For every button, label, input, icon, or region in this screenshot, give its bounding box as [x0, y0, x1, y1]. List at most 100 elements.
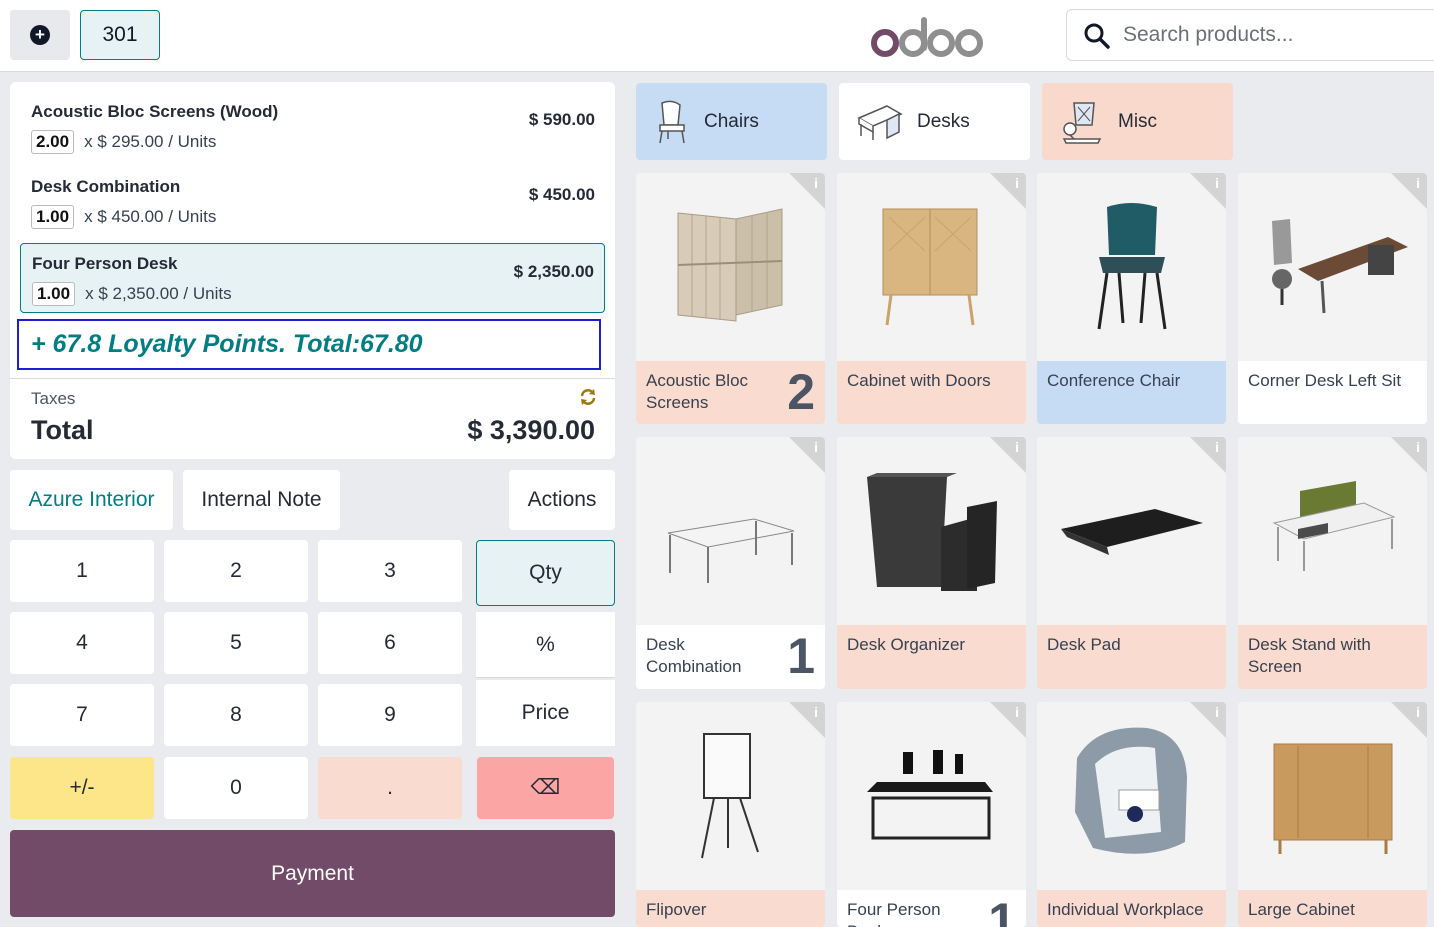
product-card[interactable]: i Conference Chair: [1037, 173, 1226, 424]
info-icon[interactable]: i: [1215, 439, 1219, 455]
numpad-key-8[interactable]: 8: [164, 684, 308, 746]
numpad-key-6[interactable]: 6: [318, 612, 462, 674]
info-icon[interactable]: i: [1015, 704, 1019, 720]
total-label: Total: [31, 415, 94, 445]
info-icon[interactable]: i: [1416, 704, 1420, 720]
numpad-key-7[interactable]: 7: [10, 684, 154, 746]
order-line-price: $ 590.00: [528, 110, 595, 129]
product-qty-badge: 1: [787, 628, 815, 684]
product-info-corner[interactable]: [789, 173, 825, 209]
product-info-corner[interactable]: [1190, 702, 1226, 738]
product-card[interactable]: i Acoustic Bloc Screens 2: [636, 173, 825, 424]
category-chairs[interactable]: Chairs: [636, 83, 827, 160]
numpad-key-decimal[interactable]: .: [318, 757, 462, 819]
order-line[interactable]: Desk Combination $ 450.00 1.00 x $ 450.00…: [20, 167, 605, 237]
search-icon: [1084, 23, 1110, 49]
info-icon[interactable]: i: [814, 439, 818, 455]
info-icon[interactable]: i: [1215, 175, 1219, 191]
mode-discount-button[interactable]: %: [476, 612, 615, 678]
product-qty-badge: 1: [988, 893, 1016, 927]
backspace-button[interactable]: ⌫: [477, 757, 614, 819]
info-icon[interactable]: i: [814, 704, 818, 720]
customer-button[interactable]: Azure Interior: [10, 470, 173, 530]
info-icon[interactable]: i: [1416, 175, 1420, 191]
product-info-corner[interactable]: [1391, 173, 1427, 209]
product-name: Flipover: [636, 890, 825, 927]
order-line-unit-price: x $ 450.00 / Units: [84, 207, 217, 226]
payment-button[interactable]: Payment: [10, 830, 615, 917]
mode-qty-button[interactable]: Qty: [476, 540, 615, 606]
product-info-corner[interactable]: [789, 437, 825, 473]
numpad-key-5[interactable]: 5: [164, 612, 308, 674]
product-info-corner[interactable]: [990, 437, 1026, 473]
numpad-key-sign[interactable]: +/-: [10, 757, 154, 819]
loyalty-points: + 67.8 Loyalty Points. Total:67.80: [17, 319, 601, 370]
order-line[interactable]: Acoustic Bloc Screens (Wood) $ 590.00 2.…: [20, 92, 605, 162]
product-card[interactable]: iFour Person Desk1: [837, 702, 1026, 927]
refresh-icon[interactable]: [579, 388, 597, 406]
order-line-qty: 2.00: [31, 130, 75, 154]
table-button[interactable]: 301: [80, 10, 160, 60]
product-card[interactable]: i Large Cabinet: [1238, 702, 1427, 927]
internal-note-button[interactable]: Internal Note: [183, 470, 340, 530]
product-card[interactable]: i Desk Stand with Screen: [1238, 437, 1427, 689]
new-order-button[interactable]: +: [10, 10, 70, 60]
product-name: Conference Chair: [1037, 361, 1226, 424]
numpad-key-1[interactable]: 1: [10, 540, 154, 602]
numpad-key-3[interactable]: 3: [318, 540, 462, 602]
product-card[interactable]: i Flipover: [636, 702, 825, 927]
numpad-key-0[interactable]: 0: [164, 757, 308, 819]
category-label: Chairs: [704, 110, 759, 132]
product-search[interactable]: [1066, 9, 1434, 61]
order-line-selected[interactable]: Four Person Desk $ 2,350.00 1.00 x $ 2,35…: [20, 243, 605, 313]
product-info-corner[interactable]: [1190, 437, 1226, 473]
category-misc[interactable]: Misc: [1042, 83, 1233, 160]
product-info-corner[interactable]: [1190, 173, 1226, 209]
order-line-price: $ 450.00: [528, 185, 595, 204]
product-name: Cabinet with Doors: [837, 361, 1026, 424]
numpad-key-4[interactable]: 4: [10, 612, 154, 674]
product-card[interactable]: i Desk Organizer: [837, 437, 1026, 689]
product-qty-badge: 2: [787, 364, 815, 420]
info-icon[interactable]: i: [1015, 439, 1019, 455]
product-info-corner[interactable]: [990, 173, 1026, 209]
product-card[interactable]: i Desk Combination 1: [636, 437, 825, 689]
product-info-corner[interactable]: [1391, 437, 1427, 473]
info-icon[interactable]: i: [1215, 704, 1219, 720]
product-card[interactable]: i Desk Pad: [1037, 437, 1226, 689]
category-label: Misc: [1118, 110, 1158, 132]
order-line-unit-price: x $ 295.00 / Units: [84, 132, 217, 151]
search-input[interactable]: [1123, 18, 1423, 52]
product-card[interactable]: i Cabinet with Doors: [837, 173, 1026, 424]
product-name: Desk Pad: [1037, 625, 1226, 689]
top-bar: + 301: [0, 0, 1434, 72]
product-card[interactable]: i Individual Workplace: [1037, 702, 1226, 927]
order-line-price: $ 2,350.00: [513, 262, 594, 281]
product-card[interactable]: i Corner Desk Left Sit: [1238, 173, 1427, 424]
info-icon[interactable]: i: [1416, 439, 1420, 455]
product-name: Individual Workplace: [1037, 890, 1226, 927]
product-info-corner[interactable]: [789, 702, 825, 738]
taxes-label: Taxes: [31, 389, 76, 408]
order-panel: Acoustic Bloc Screens (Wood) $ 590.00 2.…: [10, 82, 615, 459]
order-line-unit-price: x $ 2,350.00 / Units: [85, 284, 232, 303]
order-line-name: Acoustic Bloc Screens (Wood): [31, 102, 279, 121]
category-desks[interactable]: Desks: [839, 83, 1030, 160]
odoo-logo: [871, 17, 983, 57]
total-value: $ 3,390.00: [467, 415, 595, 445]
order-line-name: Four Person Desk: [32, 254, 178, 273]
product-name: Large Cabinet: [1238, 890, 1427, 927]
numpad-key-2[interactable]: 2: [164, 540, 308, 602]
mode-price-button[interactable]: Price: [476, 680, 615, 746]
order-line-name: Desk Combination: [31, 177, 181, 196]
order-totals: Taxes Total $ 3,390.00: [10, 378, 615, 459]
plus-icon: +: [30, 25, 50, 45]
actions-button[interactable]: Actions: [509, 470, 615, 530]
order-line-qty: 1.00: [31, 205, 75, 229]
product-info-corner[interactable]: [1391, 702, 1427, 738]
order-line-qty: 1.00: [32, 282, 76, 306]
numpad-key-9[interactable]: 9: [318, 684, 462, 746]
product-info-corner[interactable]: [990, 702, 1026, 738]
info-icon[interactable]: i: [1015, 175, 1019, 191]
info-icon[interactable]: i: [814, 175, 818, 191]
